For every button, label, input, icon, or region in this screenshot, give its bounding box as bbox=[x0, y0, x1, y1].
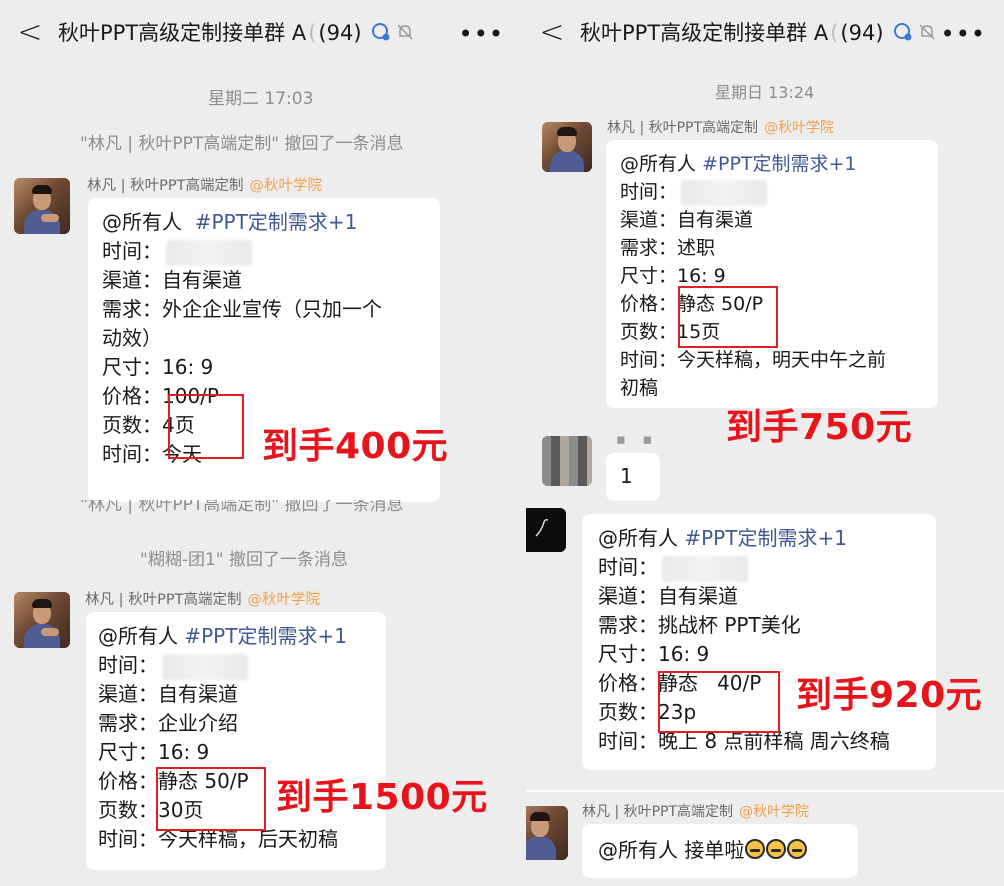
timestamp: 星期日 13:24 bbox=[715, 83, 815, 102]
chat-title: 秋叶PPT高级定制接单群 A((94) bbox=[580, 21, 884, 45]
message-bubble[interactable]: 1 bbox=[606, 453, 660, 501]
avatar[interactable] bbox=[542, 122, 592, 172]
separator bbox=[526, 790, 1004, 792]
sender-name: 林凡 | 秋叶PPT高端定制 @秋叶学院 bbox=[85, 592, 320, 608]
avatar[interactable] bbox=[526, 508, 566, 552]
group-chat-icon bbox=[892, 21, 914, 43]
highlight-box bbox=[168, 394, 244, 459]
emoji-icon bbox=[766, 839, 787, 859]
chat-header: < 秋叶PPT高级定制接单群 A((94) ••• bbox=[526, 0, 1004, 64]
earnings-annotation: 到手1500元 bbox=[276, 777, 488, 818]
chat-title: 秋叶PPT高级定制接单群 A((94) bbox=[58, 21, 362, 45]
bell-off-icon bbox=[394, 21, 416, 43]
left-chat-panel: < 秋叶PPT高级定制接单群 A((94) ••• 星期二 17:03 "林凡 … bbox=[0, 0, 526, 886]
earnings-annotation: 到手920元 bbox=[796, 675, 983, 716]
topic-tag[interactable]: #PPT定制需求+1 bbox=[684, 526, 847, 550]
recall-notice: "林凡 | 秋叶PPT高端定制" 撤回了一条消息 bbox=[80, 134, 404, 154]
redacted-time bbox=[662, 555, 748, 582]
avatar[interactable] bbox=[542, 436, 592, 486]
recall-notice: "糊糊-团1" 撤回了一条消息 bbox=[140, 550, 348, 570]
earnings-annotation: 到手750元 bbox=[726, 407, 913, 448]
message-bubble[interactable]: @所有人 接单啦 bbox=[582, 824, 858, 878]
mention: @所有人 bbox=[102, 210, 182, 234]
message-bubble[interactable]: @所有人 #PPT定制需求+1 时间： 渠道：自有渠道 需求：企业介绍 尺寸：1… bbox=[86, 612, 386, 870]
sender-name: 林凡 | 秋叶PPT高端定制 @秋叶学院 bbox=[582, 804, 810, 820]
topic-tag[interactable]: #PPT定制需求+1 bbox=[184, 624, 347, 648]
more-icon[interactable]: ••• bbox=[459, 20, 504, 48]
chevron-left-icon[interactable]: < bbox=[14, 15, 46, 50]
recall-notice-partial: "林凡 | 秋叶PPT高端定制" 撤回了一条消息 bbox=[80, 500, 404, 515]
emoji-icon bbox=[745, 839, 766, 859]
sender-name: ▪ ▪ bbox=[616, 432, 659, 448]
earnings-annotation: 到手400元 bbox=[262, 426, 449, 467]
message-bubble[interactable]: @所有人 #PPT定制需求+1 时间： 渠道：自有渠道 需求：述职 尺寸：16:… bbox=[606, 140, 938, 408]
group-chat-icon bbox=[370, 21, 392, 43]
sender-name: 林凡 | 秋叶PPT高端定制 @秋叶学院 bbox=[87, 178, 322, 194]
chevron-left-icon[interactable]: < bbox=[536, 15, 568, 50]
highlight-box bbox=[658, 671, 780, 733]
redacted-time bbox=[162, 653, 248, 680]
avatar[interactable] bbox=[14, 592, 70, 648]
topic-tag[interactable]: #PPT定制需求+1 bbox=[702, 153, 856, 175]
timestamp: 星期二 17:03 bbox=[208, 89, 314, 109]
right-chat-panel: < 秋叶PPT高级定制接单群 A((94) ••• 星期日 13:24 林凡 |… bbox=[526, 0, 1004, 886]
redacted-time bbox=[166, 239, 252, 266]
sender-name: 林凡 | 秋叶PPT高端定制 @秋叶学院 bbox=[607, 120, 835, 136]
bell-off-icon bbox=[916, 21, 938, 43]
more-icon[interactable]: ••• bbox=[941, 20, 986, 48]
avatar[interactable] bbox=[14, 178, 70, 234]
highlight-box bbox=[156, 767, 266, 831]
topic-tag[interactable]: #PPT定制需求+1 bbox=[195, 210, 358, 234]
redacted-time bbox=[681, 179, 768, 206]
avatar[interactable] bbox=[526, 806, 568, 860]
chat-header: < 秋叶PPT高级定制接单群 A((94) ••• bbox=[0, 0, 526, 64]
highlight-box bbox=[678, 286, 778, 348]
emoji-icon bbox=[787, 839, 808, 859]
